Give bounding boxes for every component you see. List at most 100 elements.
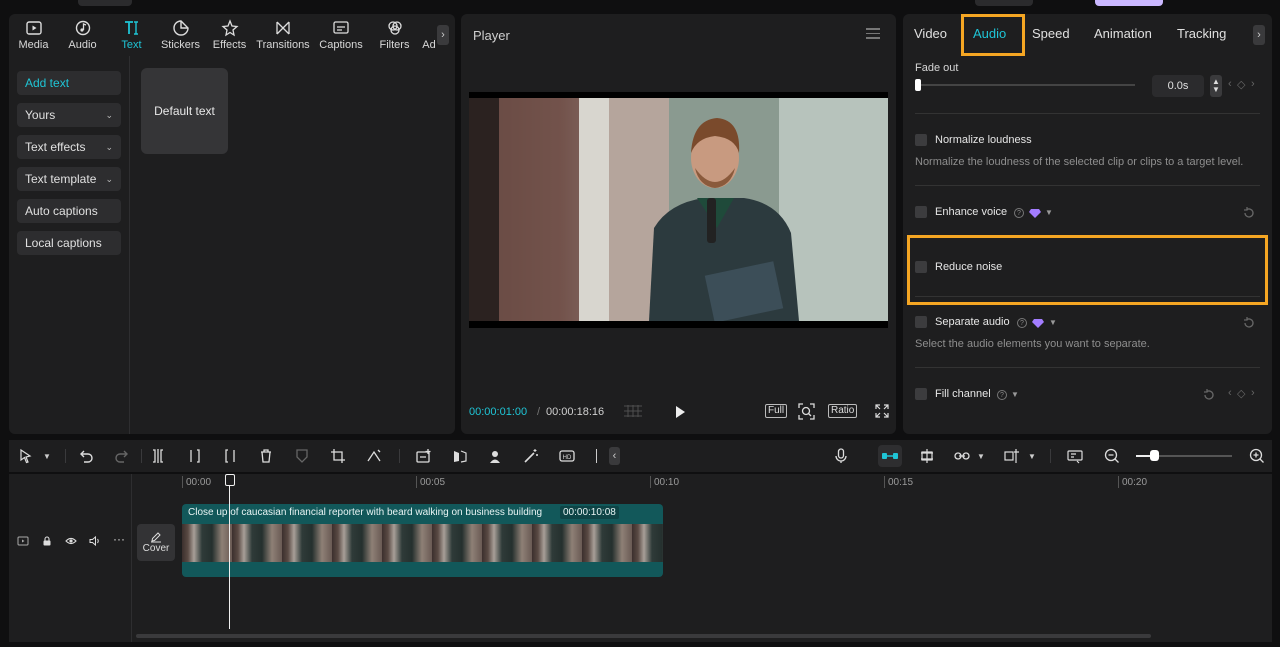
enhance-voice-checkbox[interactable] — [915, 206, 927, 218]
keyframe-prev-icon[interactable]: ‹ — [1228, 387, 1232, 399]
remove-background-icon[interactable] — [487, 448, 503, 464]
track-video-icon[interactable] — [17, 535, 29, 547]
more-icon[interactable]: ··· — [113, 532, 125, 546]
preview-axis-icon[interactable] — [1004, 448, 1020, 464]
tab-label: Ad — [422, 39, 436, 51]
tab-effects[interactable]: Effects — [205, 14, 254, 56]
yours-dropdown[interactable]: Yours ⌄ — [17, 103, 121, 127]
keyframe-diamond-icon[interactable]: ◇ — [1237, 387, 1245, 400]
split-right-icon[interactable] — [222, 448, 238, 464]
zoom-in-icon[interactable] — [1249, 448, 1265, 464]
toolbar-collapse-button[interactable]: ‹ — [609, 447, 620, 465]
ruler-label: 00:05 — [420, 477, 446, 488]
cover-button[interactable]: Cover — [137, 524, 175, 561]
video-preview[interactable] — [469, 92, 888, 328]
hd-icon[interactable]: HD — [559, 448, 575, 464]
fade-out-slider-knob[interactable] — [915, 79, 921, 91]
main-track-magnet-button[interactable] — [878, 445, 902, 467]
eye-icon[interactable] — [65, 535, 77, 547]
tab-media[interactable]: Media — [9, 14, 58, 56]
tab-transitions[interactable]: Transitions — [254, 14, 312, 56]
tab-text[interactable]: Text — [107, 14, 156, 56]
tab-animation[interactable]: Animation — [1094, 26, 1152, 41]
keyframe-next-icon[interactable]: › — [1251, 78, 1255, 90]
player-menu-icon[interactable] — [866, 28, 880, 40]
redo-icon[interactable] — [114, 448, 130, 464]
zoom-fit-icon[interactable] — [798, 403, 815, 420]
tab-stickers[interactable]: Stickers — [156, 14, 205, 56]
fill-channel-checkbox[interactable] — [915, 388, 927, 400]
grid-icon[interactable] — [623, 404, 643, 418]
tab-filters[interactable]: Filters — [370, 14, 419, 56]
tab-adjust[interactable]: Ad — [419, 14, 439, 56]
full-button[interactable]: Full — [765, 404, 788, 418]
help-icon[interactable]: ? — [997, 390, 1007, 400]
reduce-noise-checkbox[interactable] — [915, 261, 927, 273]
default-text-card[interactable]: Default text — [141, 68, 228, 154]
normalize-loudness-checkbox[interactable] — [915, 134, 927, 146]
chevron-down-icon[interactable]: ▼ — [43, 452, 51, 461]
keyframe-diamond-icon[interactable]: ◇ — [1237, 78, 1245, 91]
reset-icon[interactable] — [1242, 316, 1256, 330]
chevron-down-icon[interactable]: ▼ — [1049, 318, 1057, 327]
add-text-button[interactable]: Add text — [17, 71, 121, 95]
mirror-icon[interactable] — [452, 448, 468, 464]
mask-icon[interactable] — [294, 448, 310, 464]
fullscreen-icon[interactable] — [875, 404, 889, 418]
tab-captions[interactable]: Captions — [312, 14, 370, 56]
text-effects-dropdown[interactable]: Text effects ⌄ — [17, 135, 121, 159]
reset-icon[interactable] — [1242, 206, 1256, 220]
auto-snap-icon[interactable] — [919, 448, 935, 464]
help-icon[interactable]: ? — [1014, 208, 1024, 218]
toolbar-separator — [65, 449, 66, 463]
keyframe-next-icon[interactable]: › — [1251, 387, 1255, 399]
text-template-dropdown[interactable]: Text template ⌄ — [17, 167, 121, 191]
keyframe-prev-icon[interactable]: ‹ — [1228, 78, 1232, 90]
undo-icon[interactable] — [78, 448, 94, 464]
horizontal-scrollbar[interactable] — [136, 634, 1151, 638]
chevron-down-icon[interactable]: ▼ — [1011, 390, 1019, 399]
chevron-down-icon[interactable]: ▼ — [1045, 208, 1053, 217]
top-button-remnant[interactable] — [1095, 0, 1163, 6]
tabs-scroll-right-button[interactable]: › — [1253, 25, 1265, 45]
auto-captions-button[interactable]: Auto captions — [17, 199, 121, 223]
magic-wand-icon[interactable] — [523, 448, 539, 464]
split-icon[interactable] — [150, 448, 166, 464]
top-button-remnant[interactable] — [78, 0, 132, 6]
link-icon[interactable] — [954, 448, 970, 464]
video-clip[interactable]: Close up of caucasian financial reporter… — [182, 504, 663, 577]
toolbar-separator — [399, 449, 400, 463]
reset-icon[interactable] — [1202, 388, 1216, 402]
split-left-icon[interactable] — [187, 448, 203, 464]
crop-icon[interactable] — [330, 448, 346, 464]
fade-out-slider[interactable] — [915, 84, 1135, 86]
tab-video[interactable]: Video — [914, 26, 947, 41]
volume-icon[interactable] — [89, 535, 101, 547]
tab-speed[interactable]: Speed — [1032, 26, 1070, 41]
play-icon[interactable] — [673, 404, 687, 420]
tabs-scroll-right-button[interactable]: › — [437, 25, 449, 45]
playhead[interactable] — [229, 474, 230, 629]
caption-preview-icon[interactable] — [1067, 448, 1083, 464]
playhead-handle[interactable] — [225, 474, 235, 486]
auto-adjust-icon[interactable] — [366, 448, 382, 464]
toolbar-separator — [141, 449, 142, 463]
local-captions-button[interactable]: Local captions — [17, 231, 121, 255]
microphone-icon[interactable] — [833, 448, 849, 464]
fade-out-value[interactable]: 0.0s — [1152, 75, 1204, 97]
tab-tracking[interactable]: Tracking — [1177, 26, 1226, 41]
chevron-down-icon[interactable]: ▼ — [1028, 452, 1036, 461]
delete-icon[interactable] — [258, 448, 274, 464]
chevron-down-icon[interactable]: ▼ — [977, 452, 985, 461]
zoom-out-icon[interactable] — [1104, 448, 1120, 464]
ratio-button[interactable]: Ratio — [828, 404, 858, 418]
fade-out-stepper[interactable]: ▲ ▼ — [1210, 75, 1222, 97]
lock-icon[interactable] — [41, 535, 53, 547]
select-pointer-icon[interactable] — [18, 448, 34, 464]
separate-audio-checkbox[interactable] — [915, 316, 927, 328]
tab-audio[interactable]: Audio — [58, 14, 107, 56]
zoom-slider-knob[interactable] — [1150, 450, 1159, 461]
add-media-icon[interactable] — [416, 448, 432, 464]
top-button-remnant[interactable] — [975, 0, 1033, 6]
help-icon[interactable]: ? — [1017, 318, 1027, 328]
